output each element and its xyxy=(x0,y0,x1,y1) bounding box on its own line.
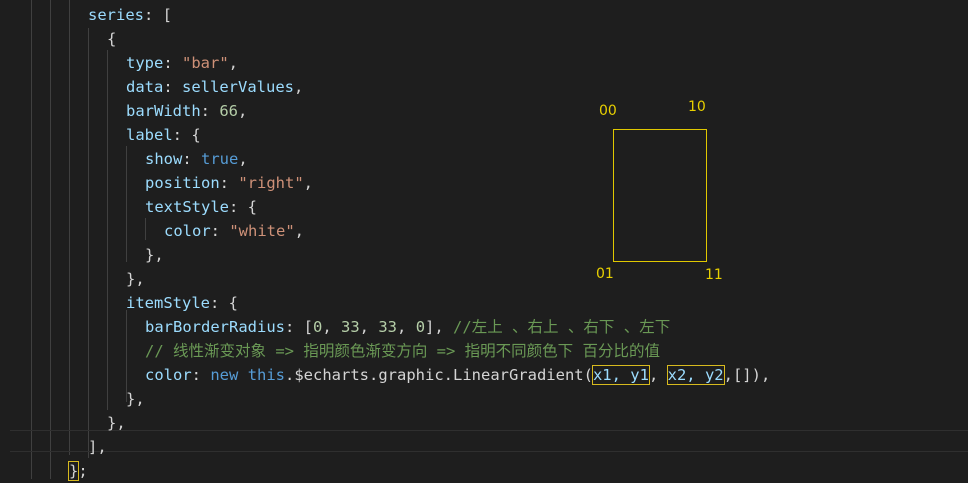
radius-key: barBorderRadius xyxy=(145,318,285,336)
close-brace: }, xyxy=(126,270,145,288)
indent-guide xyxy=(31,0,32,479)
code-line-close-option: }; xyxy=(67,459,88,483)
comma: , xyxy=(238,150,248,168)
code-line-data: data: sellerValues, xyxy=(126,75,303,99)
comma: , xyxy=(293,78,304,96)
code-line-position: position: "right", xyxy=(145,171,313,195)
code-line-gradient-comment: // 线性渐变对象 => 指明颜色渐变方向 => 指明不同颜色下 百分比的值 xyxy=(145,339,660,363)
indent-guide xyxy=(69,0,70,455)
comma: , xyxy=(238,102,248,120)
code-line-close-itemstyle: }, xyxy=(126,387,145,411)
close-brace: }, xyxy=(107,414,126,432)
code-line-barwidth: barWidth: 66, xyxy=(126,99,247,123)
label-punc: : { xyxy=(172,126,201,144)
radius-close: ], xyxy=(425,318,454,336)
arg-x1-y1: x1, y1 xyxy=(591,365,650,385)
indent-guide xyxy=(88,28,89,458)
code-line-open-brace: { xyxy=(107,27,116,51)
colon: : xyxy=(182,150,201,168)
current-line-highlight xyxy=(10,430,968,452)
radius-value: 0 xyxy=(312,318,323,336)
arg-x2-y2: x2, y2 xyxy=(666,365,725,385)
colon: : xyxy=(163,54,182,72)
label-key: label xyxy=(126,126,173,144)
code-line-label: label: { xyxy=(126,123,201,147)
comma: , xyxy=(397,318,416,336)
code-line-type: type: "bar", xyxy=(126,51,238,75)
corner-label-top-left: 00 xyxy=(599,103,617,119)
comma: , xyxy=(648,366,668,384)
gradient-color-key: color xyxy=(145,366,192,384)
comma: , xyxy=(359,318,379,336)
code-line-close-series-item: }, xyxy=(107,411,126,435)
radius-comment: //左上 、右上 、右下 、左下 xyxy=(453,318,671,336)
data-key: data xyxy=(126,78,164,96)
itemstyle-key: itemStyle xyxy=(126,294,210,312)
code-editor[interactable]: series: [ { type: "bar", data: sellerVal… xyxy=(0,0,968,481)
code-line-gradient: color: new this.$echarts.graphic.LinearG… xyxy=(145,363,770,387)
data-value: sellerValues xyxy=(182,78,294,96)
comma: , xyxy=(322,318,341,336)
type-key: type xyxy=(126,54,164,72)
code-line-border-radius: barBorderRadius: [0, 33, 33, 0], //左上 、右… xyxy=(145,315,670,339)
barwidth-value: 66 xyxy=(219,102,238,120)
position-key: position xyxy=(145,174,220,192)
code-line-series: series: [ xyxy=(88,3,172,27)
corner-label-bottom-left: 01 xyxy=(596,266,614,282)
code-line-close-textstyle: }, xyxy=(145,243,164,267)
colon: : xyxy=(210,222,230,240)
textstyle-punc: : { xyxy=(229,198,257,216)
colon: : xyxy=(191,366,211,384)
radius-value: 0 xyxy=(415,318,426,336)
show-value: true xyxy=(201,150,239,168)
colon: : xyxy=(219,174,239,192)
code-line-show: show: true, xyxy=(145,147,248,171)
gradient-call: .$echarts.graphic.LinearGradient( xyxy=(285,366,593,384)
gradient-comment: // 线性渐变对象 => 指明颜色渐变方向 => 指明不同颜色下 百分比的值 xyxy=(145,342,660,360)
comma: , xyxy=(294,222,305,240)
code-line-itemstyle: itemStyle: { xyxy=(126,291,238,315)
radius-value: 33 xyxy=(378,318,398,336)
corner-label-top-right: 10 xyxy=(688,99,706,115)
itemstyle-punc: : { xyxy=(210,294,238,312)
corner-label-bottom-right: 11 xyxy=(705,267,723,283)
type-value: "bar" xyxy=(182,54,229,72)
open-brace: { xyxy=(107,30,117,48)
series-punc: : [ xyxy=(144,6,172,24)
code-line-close-label: }, xyxy=(126,267,145,291)
indent-guide xyxy=(126,146,127,262)
indent-guide xyxy=(145,218,146,240)
arg-rest: ,[]), xyxy=(723,366,771,384)
show-key: show xyxy=(145,150,183,168)
radius-open: : [ xyxy=(284,318,313,336)
close-brace: }, xyxy=(126,390,145,408)
code-line-close-series: ], xyxy=(88,435,107,459)
semicolon: ; xyxy=(78,462,88,480)
comma: , xyxy=(303,174,313,192)
new-keyword: new xyxy=(210,366,239,384)
position-value: "right" xyxy=(238,174,304,192)
color-value: "white" xyxy=(229,222,295,240)
matched-brace: } xyxy=(67,461,80,481)
gradient-direction-diagram xyxy=(613,129,707,262)
this-keyword: this xyxy=(247,366,286,384)
colon: : xyxy=(200,102,220,120)
colon: : xyxy=(163,78,182,96)
close-bracket: ], xyxy=(88,438,107,456)
code-line-color-white: color: "white", xyxy=(164,219,304,243)
barwidth-key: barWidth xyxy=(126,102,201,120)
color-key: color xyxy=(164,222,211,240)
indent-guide xyxy=(50,0,51,479)
textstyle-key: textStyle xyxy=(145,198,229,216)
comma: , xyxy=(228,54,239,72)
indent-guide xyxy=(107,50,108,410)
close-brace: }, xyxy=(145,246,164,264)
series-key: series xyxy=(88,6,144,24)
code-line-textstyle: textStyle: { xyxy=(145,195,257,219)
radius-value: 33 xyxy=(341,318,360,336)
